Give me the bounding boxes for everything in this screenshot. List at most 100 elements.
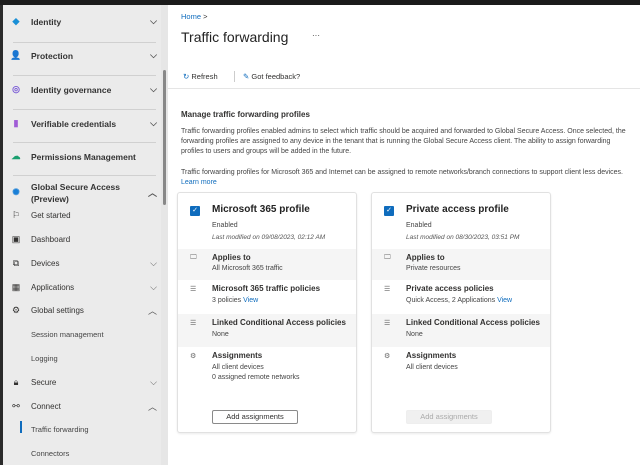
section-title: Assignments (212, 351, 263, 360)
label: Connect (31, 402, 61, 411)
section-value: Quick Access, 2 Applications View (406, 297, 512, 304)
view-policies-link[interactable]: View (243, 297, 258, 304)
connect-icon: ⚯ (12, 401, 20, 411)
breadcrumb-home-link[interactable]: Home (181, 12, 201, 21)
paragraph-text: Traffic forwarding profiles for Microsof… (181, 169, 624, 176)
view-policies-link[interactable]: View (497, 297, 512, 304)
section-title: Applies to (212, 253, 251, 262)
profile-card: ✓ Microsoft 365 profile Enabled Last mod… (177, 192, 357, 433)
monitor-icon: 🖵 (190, 254, 197, 261)
section-value: None (406, 331, 423, 338)
divider (13, 109, 156, 110)
sidebar-item-protection[interactable]: 👤 Protection ⌵ (3, 50, 163, 61)
list-icon: ☰ (190, 320, 197, 327)
breadcrumb-separator: > (203, 12, 208, 21)
assignments-section: ⚙ Assignments All client devices 0 assigned… (178, 347, 356, 397)
lock-icon: 🔒︎ (13, 377, 19, 387)
flag-icon: ⚐ (11, 210, 21, 220)
applies-to-section: 🖵 Applies to All Microsoft 365 traffic (178, 249, 356, 280)
toolbar-divider (234, 71, 235, 82)
sidebar-item-traffic-forwarding[interactable]: Traffic forwarding (31, 425, 89, 434)
divider (13, 175, 156, 176)
list-icon: ☰ (384, 286, 391, 293)
cloud-icon: ☁ (11, 151, 21, 161)
refresh-icon: ↻ (183, 72, 190, 81)
label: Verifiable credentials (31, 118, 117, 129)
sidebar-item-verifiable-credentials[interactable]: ▮ Verifiable credentials ⌵ (3, 118, 163, 129)
assignments-section: ⚙ Assignments All client devices (372, 347, 550, 397)
breadcrumb: Home > (181, 12, 208, 21)
sidebar-item-identity-governance[interactable]: ◎ Identity governance ⌵ (3, 84, 163, 95)
sidebar-item-secure[interactable]: 🔒︎ Secure ⌵ (3, 377, 163, 388)
sidebar-item-global-settings[interactable]: ⚙ Global settings ︿ (3, 305, 163, 316)
more-options-button[interactable]: ··· (312, 31, 320, 40)
linked-ca-section: ☰ Linked Conditional Access policies None (178, 314, 356, 347)
profile-checkbox[interactable]: ✓ (384, 206, 394, 216)
feedback-button[interactable]: ✎ Got feedback? (243, 72, 300, 81)
learn-more-link[interactable]: Learn more (181, 179, 217, 186)
profile-status: Enabled (212, 222, 238, 229)
toolbar-divider (168, 88, 640, 89)
chevron-up-icon: ︿ (147, 188, 157, 198)
sidebar-item-applications[interactable]: ▦ Applications ⌵ (3, 282, 163, 293)
profile-title: Microsoft 365 profile (212, 204, 310, 215)
section-value: All client devices (406, 364, 458, 371)
section-value: All client devices (212, 364, 264, 371)
globe-icon: ✺ (12, 187, 20, 197)
sidebar-item-permissions-management[interactable]: ☁ Permissions Management (3, 151, 163, 162)
sidebar-item-connectors[interactable]: Connectors (31, 449, 69, 458)
policies-value: 3 policies (212, 297, 242, 304)
monitor-icon: 🖵 (384, 254, 391, 261)
sidebar-item-global-secure-access[interactable]: ✺ Global Secure Access (Preview) ︿ (3, 181, 163, 205)
section-value: Private resources (406, 265, 461, 272)
label: Global settings (31, 306, 84, 315)
chevron-down-icon: ⌵ (150, 118, 157, 128)
sidebar-item-get-started[interactable]: ⚐ Get started (3, 210, 163, 221)
protection-user-icon: 👤 (10, 50, 22, 60)
feedback-label: Got feedback? (251, 72, 301, 81)
sidebar-scrollbar[interactable] (161, 5, 168, 465)
identity-governance-icon: ◎ (12, 84, 20, 94)
gear-icon: ⚙ (384, 353, 391, 360)
section-value: 0 assigned remote networks (212, 374, 300, 381)
sidebar-item-connect[interactable]: ⚯ Connect ︿ (3, 401, 163, 412)
add-assignments-button[interactable]: Add assignments (406, 410, 492, 424)
gear-icon: ⚙ (190, 353, 197, 360)
sidebar-item-devices[interactable]: ⧉ Devices ⌵ (3, 258, 163, 269)
identity-diamond-icon: ◆ (12, 16, 20, 26)
section-title: Assignments (406, 351, 457, 360)
divider (13, 142, 156, 143)
checkmark-icon: ✓ (386, 207, 392, 214)
label: Devices (31, 259, 60, 268)
section-title: Linked Conditional Access policies (212, 318, 346, 327)
sidebar-item-logging[interactable]: Logging (31, 354, 58, 363)
add-assignments-button[interactable]: Add assignments (212, 410, 298, 424)
last-modified: Last modified on 09/08/2023, 02:12 AM (212, 234, 326, 241)
label: Protection (31, 50, 74, 61)
divider (13, 42, 156, 43)
devices-icon: ⧉ (12, 258, 20, 268)
section-value: All Microsoft 365 traffic (212, 265, 283, 272)
policies-section: ☰ Private access policies Quick Access, 2 … (372, 280, 550, 314)
section-title: Applies to (406, 253, 445, 262)
sidebar-item-dashboard[interactable]: ▣ Dashboard (3, 234, 163, 245)
last-modified: Last modified on 08/30/2023, 03:51 PM (406, 234, 520, 241)
scrollbar-thumb[interactable] (163, 70, 166, 205)
chevron-down-icon: ⌵ (150, 377, 157, 387)
page-title: Traffic forwarding (181, 29, 289, 45)
active-indicator (20, 421, 22, 433)
gear-icon: ⚙ (11, 305, 21, 315)
profile-status: Enabled (406, 222, 432, 229)
profile-checkbox[interactable]: ✓ (190, 206, 200, 216)
chevron-down-icon: ⌵ (150, 282, 157, 292)
label: Identity (31, 16, 62, 27)
divider (13, 75, 156, 76)
section-value: 3 policies View (212, 297, 258, 304)
section-title: Private access policies (406, 284, 494, 293)
refresh-button[interactable]: ↻ Refresh (183, 72, 218, 81)
sidebar-item-session-management[interactable]: Session management (31, 330, 104, 339)
section-value: None (212, 331, 229, 338)
policies-section: ☰ Microsoft 365 traffic policies 3 policie… (178, 280, 356, 314)
linked-ca-section: ☰ Linked Conditional Access policies None (372, 314, 550, 347)
sidebar-item-identity[interactable]: ◆ Identity ⌵ (3, 16, 163, 27)
